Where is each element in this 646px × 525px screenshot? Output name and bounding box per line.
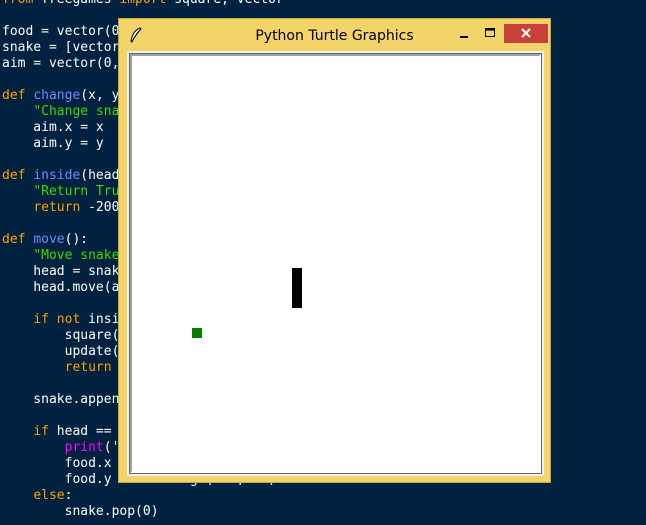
code-token: return [64,360,112,375]
minimize-icon [460,36,468,38]
code-line: update() [2,344,128,360]
code-line: aim.y = y [2,136,104,152]
snake-segment [292,298,302,308]
code-token: not [56,312,81,327]
code-token: inside [33,168,81,183]
code-token: return [33,200,81,215]
code-token: if [33,312,49,327]
title-bar[interactable]: Python Turtle Graphics [119,19,550,51]
code-token: def [2,88,26,103]
snake-segment [292,288,302,298]
code-token: import [119,0,166,7]
code-token: move [33,232,65,247]
snake-segment [292,278,302,288]
code-token: from [2,0,33,7]
turtle-canvas[interactable] [132,56,539,471]
code-line: def change(x, y): [2,88,135,104]
code-token: aim.y = y [2,136,104,151]
code-token: update() [2,344,128,359]
code-token: freegames [33,0,119,7]
code-token: def [2,168,26,183]
window-client-area [127,51,544,476]
code-line: else: [2,488,72,504]
code-token: square, vector [166,0,284,7]
snake-segment [292,268,302,278]
turtle-window[interactable]: Python Turtle Graphics [118,18,551,483]
code-token: def [2,232,26,247]
code-token: if [33,424,49,439]
code-token: (): [64,232,89,247]
code-line: def move(): [2,232,88,248]
food-square [192,328,202,338]
code-line: return [2,360,112,376]
code-line: snake.pop(0) [2,504,159,520]
code-line: aim.x = x [2,120,104,136]
minimize-button[interactable] [451,24,477,43]
code-token: else [33,488,65,503]
code-token: print [64,440,104,455]
code-line: from freegames import square, vector [2,0,284,8]
maximize-icon [485,28,495,37]
maximize-button[interactable] [477,24,503,43]
code-token: snake.pop(0) [2,504,159,519]
code-token: aim.x = x [2,120,104,135]
code-line: def inside(head): [2,168,135,184]
close-button[interactable] [504,24,548,43]
close-icon [521,28,531,38]
canvas-frame [129,53,542,474]
code-token: : [64,488,73,503]
code-token: change [33,88,81,103]
